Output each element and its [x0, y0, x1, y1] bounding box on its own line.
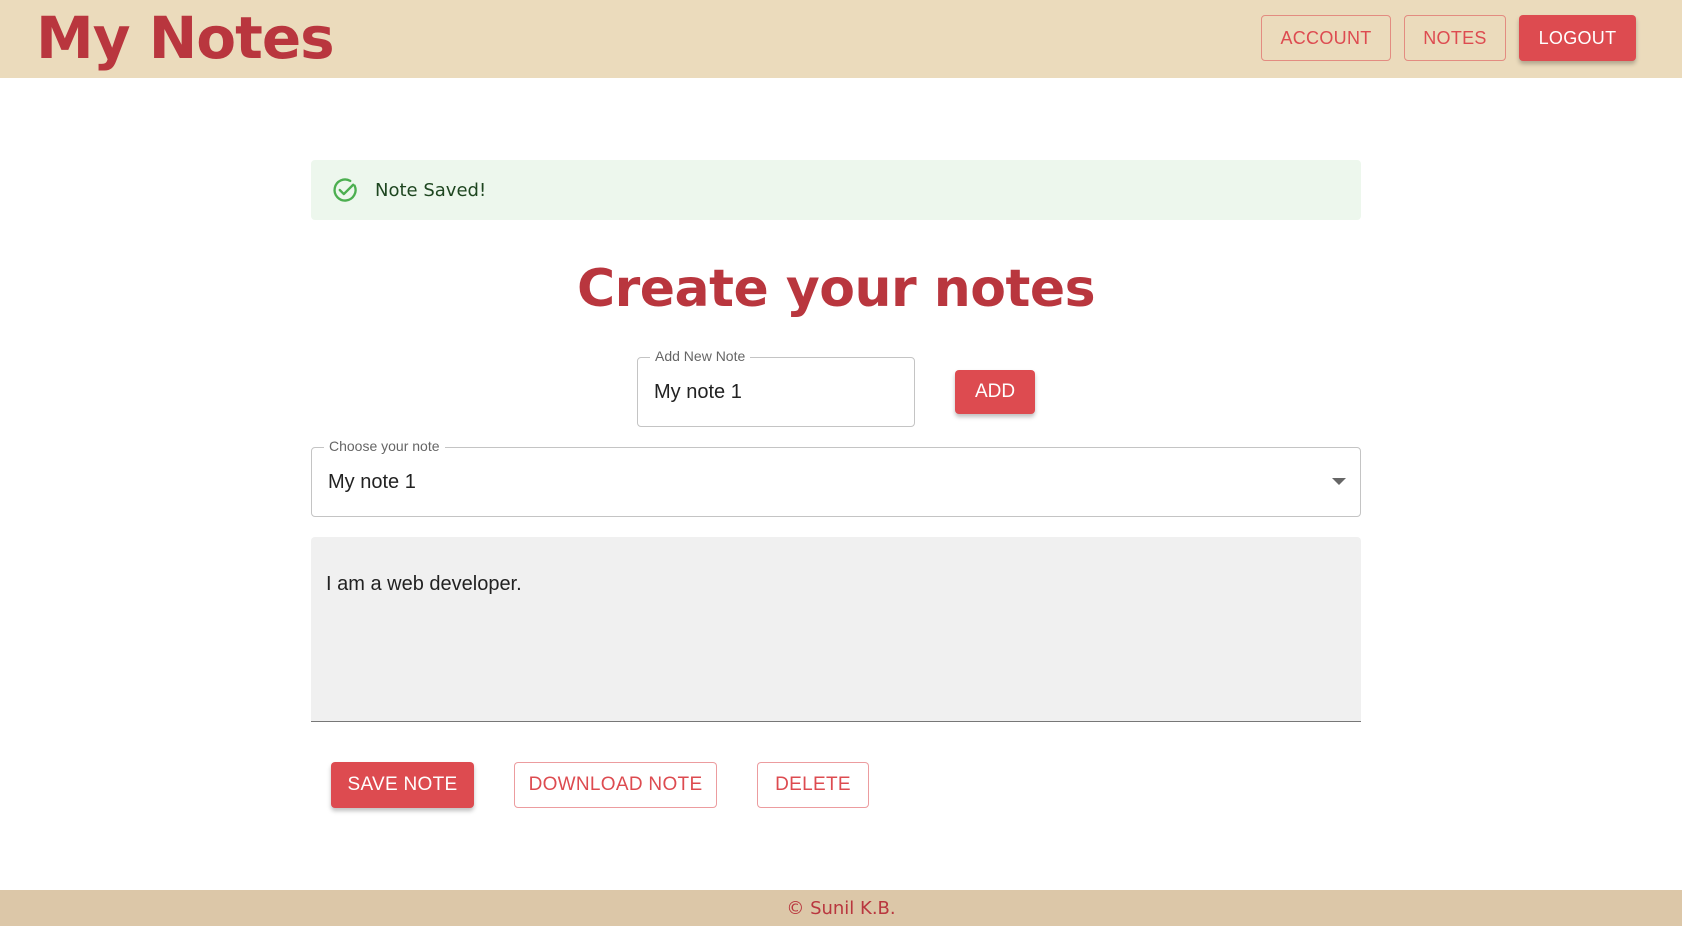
page-title: Create your notes	[576, 259, 1096, 319]
note-content-textarea[interactable]: I am a web developer.	[311, 537, 1361, 722]
copyright-text: © Sunil K.B.	[786, 897, 896, 919]
logout-button[interactable]: LOGOUT	[1519, 15, 1636, 61]
dropdown-arrow-icon[interactable]	[1332, 478, 1346, 485]
check-circle-icon	[333, 178, 357, 202]
selected-note-value: My note 1	[328, 471, 416, 493]
new-note-label: Add New Note	[650, 348, 751, 364]
success-alert: Note Saved!	[311, 160, 1361, 220]
new-note-field[interactable]: Add New Note My note 1	[637, 348, 915, 427]
delete-note-button[interactable]: DELETE	[757, 762, 869, 808]
save-note-button[interactable]: SAVE NOTE	[331, 762, 474, 808]
choose-note-select[interactable]: Choose your note My note 1	[311, 438, 1361, 517]
notes-button[interactable]: NOTES	[1404, 15, 1506, 61]
app-header: My Notes ACCOUNT NOTES LOGOUT	[0, 0, 1682, 78]
alert-message: Note Saved!	[375, 179, 487, 201]
app-footer: © Sunil K.B.	[0, 890, 1682, 926]
app-logo[interactable]: My Notes	[36, 2, 335, 74]
add-note-button[interactable]: ADD	[955, 370, 1035, 414]
account-button[interactable]: ACCOUNT	[1261, 15, 1391, 61]
download-note-button[interactable]: DOWNLOAD NOTE	[514, 762, 717, 808]
note-content-text[interactable]: I am a web developer.	[326, 573, 522, 596]
choose-note-label: Choose your note	[324, 438, 445, 454]
new-note-input[interactable]: My note 1	[654, 381, 742, 404]
